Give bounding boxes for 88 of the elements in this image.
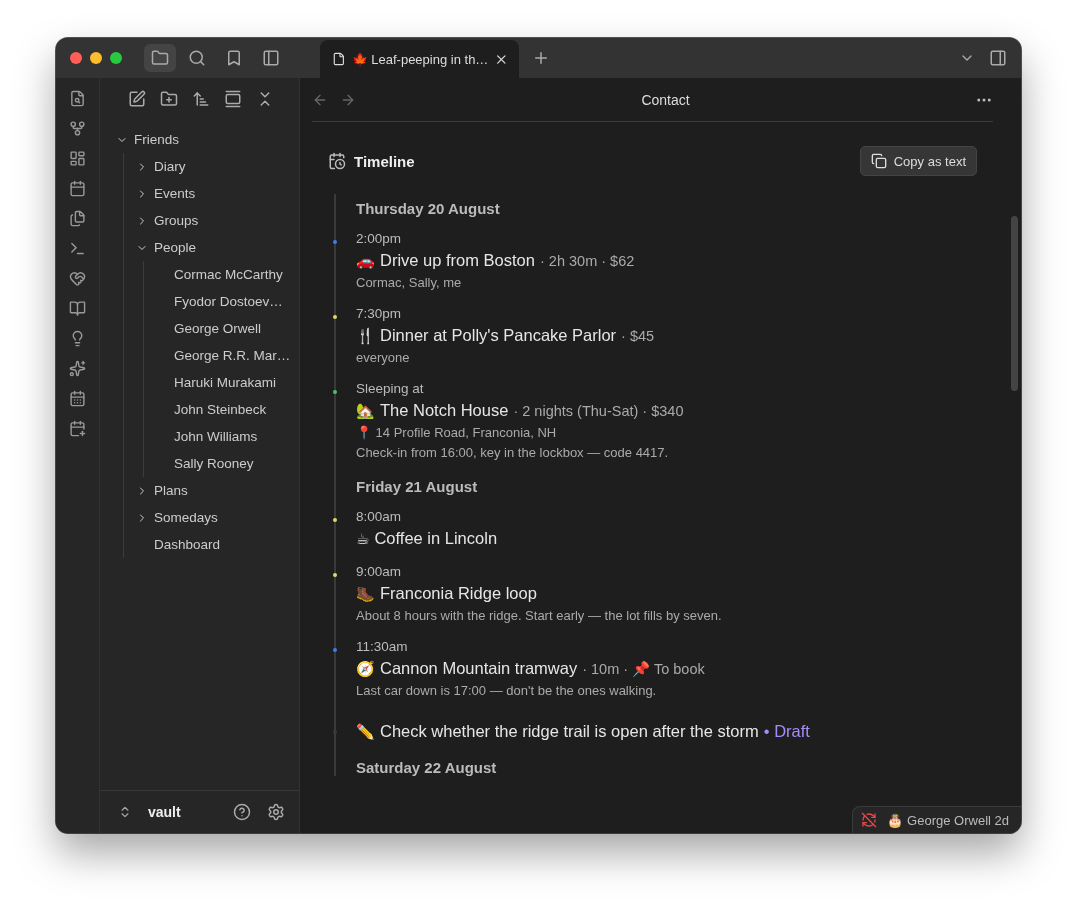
event-title[interactable]: Dinner at Polly's Pancake Parlor — [380, 326, 617, 345]
file-item[interactable]: Cormac McCarthy — [174, 267, 283, 282]
copy-icon — [870, 153, 887, 169]
files-button[interactable] — [144, 44, 176, 72]
event-emoji: 🧭 — [356, 660, 375, 678]
folder-item[interactable]: Diary — [154, 159, 186, 174]
folder-item[interactable]: Groups — [154, 213, 199, 228]
help-icon[interactable] — [233, 803, 251, 821]
file-search-icon[interactable] — [69, 90, 86, 107]
calendar-days-icon[interactable] — [69, 390, 86, 407]
view-title: Contact — [640, 91, 691, 108]
event-title[interactable]: Drive up from Boston — [380, 251, 535, 270]
folder-item[interactable]: Plans — [154, 483, 188, 498]
file-item[interactable]: John Williams — [174, 429, 258, 444]
calendar-plus-icon[interactable] — [69, 420, 86, 437]
zoom-light[interactable] — [110, 52, 122, 64]
copy-button[interactable]: Copy as text — [859, 146, 977, 176]
event-title[interactable]: Coffee in Lincoln — [374, 529, 498, 548]
right-sidebar-icon[interactable] — [989, 49, 1007, 67]
plus-icon — [532, 49, 550, 67]
event-emoji: ☕ — [356, 530, 370, 548]
new-note-icon[interactable] — [128, 90, 146, 108]
scrollbar-thumb[interactable] — [1011, 216, 1018, 391]
event-note: Cormac, Sally, me — [356, 275, 463, 290]
event-title[interactable]: The Notch House — [380, 401, 509, 420]
event-emoji: 🥾 — [356, 585, 375, 603]
event-emoji: 🚗 — [356, 252, 375, 270]
event-meta: · 10m · 📌 To book — [582, 661, 705, 678]
files-icon[interactable] — [69, 210, 86, 227]
file-item[interactable]: George R.R. Mar… — [174, 348, 291, 363]
graph-icon[interactable] — [69, 120, 86, 137]
settings-icon[interactable] — [267, 803, 285, 821]
search-icon — [188, 49, 206, 67]
event-time: 8:00am — [356, 509, 403, 524]
event-emoji: 🏡 — [356, 402, 375, 420]
calendar-clock-icon — [328, 152, 346, 170]
folder-item[interactable]: Somedays — [154, 510, 218, 525]
event-time: 2:00pm — [356, 231, 403, 246]
event-time: 11:30am — [356, 639, 409, 654]
event-note: About 8 hours with the ridge. Start early — the lot fills by seven. — [356, 608, 723, 623]
panel-icon[interactable] — [224, 90, 242, 108]
draft-status: • Draft — [763, 722, 810, 741]
event-time: Sleeping at — [356, 381, 425, 396]
close-light[interactable] — [70, 52, 82, 64]
file-item[interactable]: John Steinbeck — [174, 402, 267, 417]
day-heading: Thursday 20 August — [356, 200, 501, 217]
task-emoji: ✏ — [356, 723, 375, 741]
event-meta: · 2 nights (Thu-Sat) · $340 — [513, 403, 684, 419]
status-text: 🎂 George Orwell 2d — [887, 812, 1009, 828]
event-time: 7:30pm — [356, 306, 403, 321]
sparkles-icon[interactable] — [69, 360, 86, 377]
file-item[interactable]: Dashboard — [154, 537, 221, 552]
calendar-icon[interactable] — [69, 180, 86, 197]
file-item[interactable]: Sally Rooney — [174, 456, 254, 471]
folder-icon — [151, 49, 169, 67]
new-folder-icon[interactable] — [160, 90, 178, 108]
section-title: Timeline — [354, 152, 416, 170]
sort-icon[interactable] — [192, 90, 210, 108]
event-note: everyone — [356, 350, 411, 365]
event-note: 📍 14 Profile Road, Franconia, NH — [356, 425, 558, 440]
note-tab[interactable]: 🍁 Leaf-peeping in th… — [320, 40, 519, 78]
event-note: Last car down is 17:00 — don't be the ones walking. — [356, 683, 658, 698]
event-time: 9:00am — [356, 564, 403, 579]
folder-item[interactable]: Friends — [134, 132, 179, 147]
minimize-light[interactable] — [90, 52, 102, 64]
heart-handshake-icon[interactable] — [69, 270, 86, 287]
vault-name[interactable]: vault — [148, 804, 217, 820]
event-note: Check-in from 16:00, key in the lockbox — code 4417. — [356, 445, 670, 460]
file-item[interactable]: Fyodor Dostoev… — [174, 294, 283, 309]
event-meta: · 2h 30m · $62 — [540, 253, 635, 269]
file-item[interactable]: George Orwell — [174, 321, 262, 336]
terminal-icon[interactable] — [69, 240, 86, 257]
book-icon[interactable] — [69, 300, 86, 317]
event-emoji: 🍴 — [356, 327, 375, 345]
sync-off-icon[interactable] — [861, 812, 878, 828]
day-heading: Friday 21 August — [356, 478, 479, 495]
file-icon — [332, 52, 346, 66]
left-panel-icon — [262, 49, 280, 67]
folder-item[interactable]: People — [154, 240, 197, 255]
day-heading: Saturday 22 August — [356, 759, 498, 776]
file-item[interactable]: Haruki Murakami — [174, 375, 277, 390]
event-meta: · $45 — [621, 328, 655, 344]
event-title[interactable]: Franconia Ridge loop — [380, 584, 537, 603]
event-title[interactable]: Cannon Mountain tramway — [380, 659, 578, 678]
grid-icon[interactable] — [69, 150, 86, 167]
task-title[interactable]: Check whether the ridge trail is open after the storm — [380, 722, 759, 741]
folder-item[interactable]: Events — [154, 186, 196, 201]
bookmark-icon — [225, 49, 243, 67]
